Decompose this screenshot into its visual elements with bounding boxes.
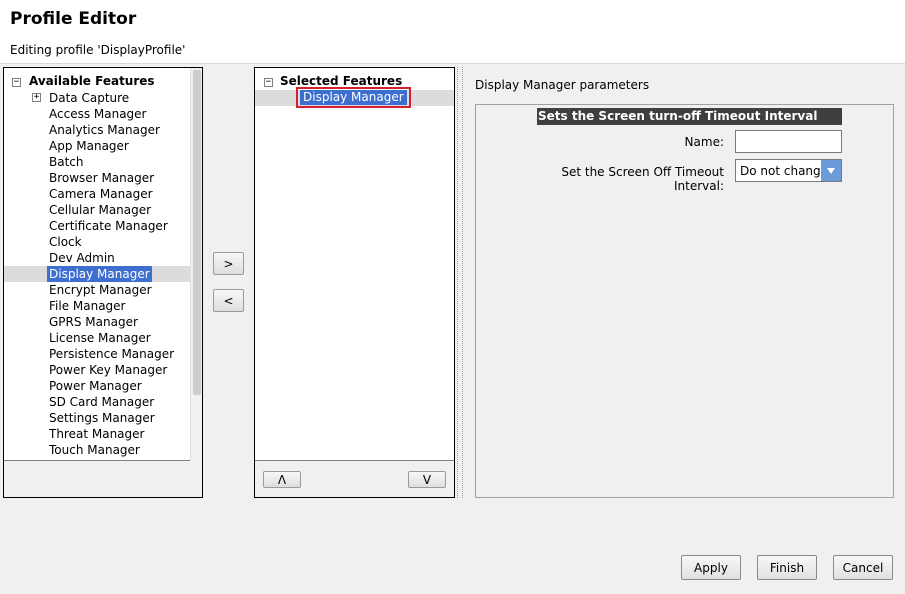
collapse-icon[interactable]: −	[264, 78, 273, 87]
tree-item-label: Batch	[49, 155, 84, 169]
move-up-button[interactable]: Λ	[263, 471, 301, 488]
tree-item-label: Access Manager	[49, 107, 147, 121]
tree-item-license-manager[interactable]: License Manager	[4, 330, 190, 346]
tree-item-clock[interactable]: Clock	[4, 234, 190, 250]
remove-feature-button[interactable]: <	[213, 289, 244, 312]
tree-item-label: File Manager	[49, 299, 126, 313]
tree-item-label: Persistence Manager	[49, 347, 175, 361]
tree-item-label: License Manager	[49, 331, 151, 345]
tree-item-label: Display Manager	[47, 266, 152, 282]
tree-item-app-manager[interactable]: App Manager	[4, 138, 190, 154]
tree-item-persistence-manager[interactable]: Persistence Manager	[4, 346, 190, 362]
tree-item-file-manager[interactable]: File Manager	[4, 298, 190, 314]
selected-features-root[interactable]: Selected Features	[280, 74, 402, 88]
tree-item-label: Clock	[49, 235, 82, 249]
timeout-select-value: Do not change	[740, 164, 829, 178]
params-caption: Display Manager parameters	[475, 78, 650, 92]
page-title: Profile Editor	[10, 9, 137, 29]
tree-item-label: Encrypt Manager	[49, 283, 152, 297]
tree-item-label: Data Capture	[49, 91, 130, 105]
available-features-scrollbar[interactable]	[190, 68, 202, 461]
tree-item-label: Camera Manager	[49, 187, 153, 201]
tree-item-label: Power Manager	[49, 379, 142, 393]
tree-item-label: SD Card Manager	[49, 395, 155, 409]
page-subtitle: Editing profile 'DisplayProfile'	[10, 43, 186, 57]
tree-item-label: Touch Manager	[49, 443, 140, 457]
tree-item-display-manager[interactable]: Display Manager	[4, 266, 190, 282]
name-input[interactable]	[735, 130, 842, 153]
available-features-root[interactable]: Available Features	[29, 74, 155, 88]
tree-item-access-manager[interactable]: Access Manager	[4, 106, 190, 122]
tree-item-cellular-manager[interactable]: Cellular Manager	[4, 202, 190, 218]
selected-features-panel: − Selected Features Display Manager Λ V	[254, 67, 455, 498]
tree-item-certificate-manager[interactable]: Certificate Manager	[4, 218, 190, 234]
tree-item-label: Settings Manager	[49, 411, 155, 425]
tree-item-settings-manager[interactable]: Settings Manager	[4, 410, 190, 426]
tree-item-sd-card-manager[interactable]: SD Card Manager	[4, 394, 190, 410]
tree-item-power-manager[interactable]: Power Manager	[4, 378, 190, 394]
available-features-panel: − Available Features + Data Capture Access…	[3, 67, 203, 498]
add-feature-button[interactable]: >	[213, 252, 244, 275]
scrollbar-thumb[interactable]	[193, 70, 201, 395]
tree-item-camera-manager[interactable]: Camera Manager	[4, 186, 190, 202]
tree-item-analytics-manager[interactable]: Analytics Manager	[4, 122, 190, 138]
params-section-header: Sets the Screen turn-off Timeout Interva…	[537, 108, 842, 125]
tree-item-label: App Manager	[49, 139, 129, 153]
tree-item-label: Threat Manager	[49, 427, 145, 441]
move-down-button[interactable]: V	[408, 471, 446, 488]
tree-item-label: Analytics Manager	[49, 123, 160, 137]
available-features-tree: − Available Features + Data Capture Access…	[4, 68, 190, 461]
tree-item-gprs-manager[interactable]: GPRS Manager	[4, 314, 190, 330]
cancel-button[interactable]: Cancel	[833, 555, 893, 580]
panel-splitter[interactable]	[457, 67, 463, 498]
tree-item-label: Certificate Manager	[49, 219, 168, 233]
header-divider	[0, 63, 905, 64]
tree-item-label: GPRS Manager	[49, 315, 138, 329]
tree-item-threat-manager[interactable]: Threat Manager	[4, 426, 190, 442]
tree-item-batch[interactable]: Batch	[4, 154, 190, 170]
expand-icon[interactable]: +	[32, 93, 41, 102]
tree-item-encrypt-manager[interactable]: Encrypt Manager	[4, 282, 190, 298]
collapse-icon[interactable]: −	[12, 78, 21, 87]
tree-item-label: Browser Manager	[49, 171, 155, 185]
selected-feature-label: Display Manager	[300, 90, 407, 105]
apply-button[interactable]: Apply	[681, 555, 741, 580]
chevron-down-icon[interactable]	[821, 160, 841, 181]
name-label: Name:	[684, 135, 724, 149]
tree-item-power-key-manager[interactable]: Power Key Manager	[4, 362, 190, 378]
header: Profile Editor Editing profile 'DisplayP…	[0, 0, 905, 63]
tree-item-label: Cellular Manager	[49, 203, 152, 217]
selected-features-tree: − Selected Features Display Manager	[255, 68, 454, 461]
timeout-label: Set the Screen Off Timeout Interval:	[561, 165, 724, 193]
tree-item-browser-manager[interactable]: Browser Manager	[4, 170, 190, 186]
tree-item-label: Dev Admin	[49, 251, 115, 265]
finish-button[interactable]: Finish	[757, 555, 817, 580]
tree-item-dev-admin[interactable]: Dev Admin	[4, 250, 190, 266]
tree-item-data-capture[interactable]: + Data Capture	[4, 90, 190, 106]
selected-feature-display-manager[interactable]: Display Manager	[296, 87, 411, 108]
tree-item-touch-manager[interactable]: Touch Manager	[4, 442, 190, 458]
timeout-select[interactable]: Do not change	[735, 159, 842, 182]
tree-item-label: Power Key Manager	[49, 363, 168, 377]
